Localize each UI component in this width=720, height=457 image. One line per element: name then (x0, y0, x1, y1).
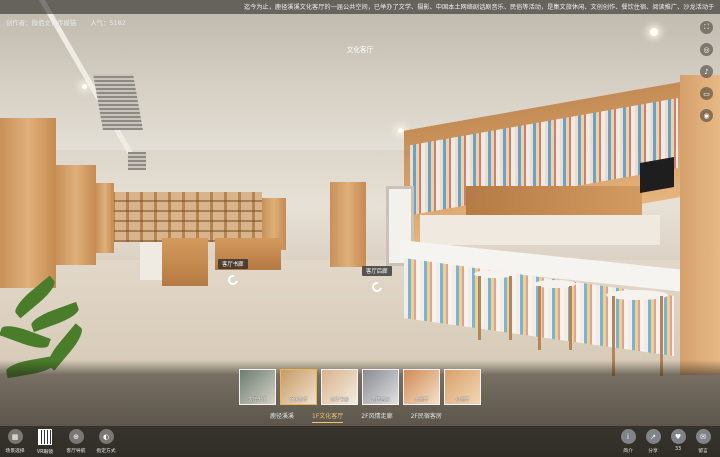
bar-stool (474, 270, 516, 340)
scene-title: 文化客厅 (346, 46, 374, 54)
ceiling-light (650, 28, 658, 36)
scene-thumbnail[interactable]: 客厅书廊 (321, 369, 358, 405)
hotspot-label[interactable]: 客厅后廊 (362, 266, 392, 276)
vr-glasses-button[interactable]: VR眼镜 (30, 429, 60, 455)
view-mode-button[interactable]: ◐ 指定方式 (91, 429, 121, 454)
button-label: 指定方式 (96, 449, 116, 454)
navigation-icon: ⊕ (68, 429, 84, 444)
floor-tab[interactable]: 2F民宿客房 (411, 411, 442, 423)
back-wall (420, 215, 660, 245)
cabinet (466, 186, 642, 218)
author-info: 创作者：微佰文化传媒猫 人气：5182 (6, 18, 126, 27)
comment-button[interactable]: ✉ 留言 (688, 429, 718, 454)
microphone-icon[interactable]: ♪ (700, 65, 713, 78)
floor-tab[interactable]: 鹿径溪溪 (270, 411, 294, 423)
hotspot-label[interactable]: 客厅书廊 (218, 259, 248, 269)
scene-thumbnail[interactable]: 大厨厅 (403, 369, 440, 405)
top-bar: 迄今为止，鹿径溪溪文化客厅的一届公共空间，已举办了文学、摄影、中国本土网络剧话剧… (0, 0, 720, 14)
views-label: 人气： (90, 19, 110, 27)
side-toolbar: ⛶ ◎ ♪ ▭ ◉ (700, 21, 714, 131)
camera-icon[interactable]: ◉ (700, 109, 713, 122)
scene-thumbnail[interactable]: 客厅大门 (239, 369, 276, 405)
scene-thumbnail[interactable]: 客厅后廊 (362, 369, 399, 405)
wood-pillar (0, 118, 56, 288)
button-label: 分享 (648, 449, 658, 454)
thumbnail-label: 客厅后廊 (371, 398, 390, 403)
thumbnail-label: 客厅大门 (248, 398, 267, 403)
air-vent (128, 152, 146, 170)
wood-pillar (330, 182, 366, 267)
scene-select-icon: ▦ (7, 429, 23, 444)
scene-thumbnail-list: 客厅大门 文化客厅 客厅书廊 客厅后廊 大厨厅 小厨厅 (239, 369, 485, 405)
like-icon: ♥ (670, 429, 686, 444)
ceiling-light (398, 128, 403, 133)
button-label: VR眼镜 (36, 450, 54, 455)
navigation-button[interactable]: ⊕ 客厅导航 (61, 429, 91, 454)
author-label: 创作者： (6, 19, 32, 27)
thumbnail-label: 文化客厅 (289, 398, 308, 403)
wood-pillar (56, 165, 96, 265)
author-name[interactable]: 微佰文化传媒猫 (32, 19, 77, 27)
view-mode-icon: ◐ (98, 429, 114, 444)
hotspot-back-corridor[interactable]: 客厅后廊 (362, 266, 392, 294)
button-label: 留言 (698, 449, 708, 454)
scene-thumbnail-active[interactable]: 文化客厅 (280, 369, 317, 405)
button-label: 场景选择 (5, 449, 25, 454)
scrolling-intro-text: 迄今为止，鹿径溪溪文化客厅的一届公共空间，已举办了文学、摄影、中国本土网络剧话剧… (244, 4, 714, 11)
comment-icon: ✉ (695, 429, 711, 444)
television (640, 157, 674, 193)
floor-tab-active[interactable]: 1F文化客厅 (312, 411, 344, 423)
bookshelf (112, 192, 262, 242)
scene-thumbnail[interactable]: 小厨厅 (444, 369, 481, 405)
like-count: 33 (674, 447, 682, 452)
thumbnail-label: 客厅书廊 (330, 398, 349, 403)
bar-stool (534, 280, 576, 350)
qr-code-icon (38, 429, 52, 445)
table (162, 238, 208, 286)
walk-arrow-icon[interactable] (225, 273, 240, 287)
button-label: 客厅导航 (66, 449, 86, 454)
floor-tab-bar: 鹿径溪溪 1F文化客厅 2F风情走廊 2F民宿客房 (270, 411, 460, 423)
gyroscope-icon[interactable]: ◎ (700, 43, 713, 56)
wood-pillar (96, 183, 114, 253)
fullscreen-icon[interactable]: ⛶ (700, 21, 713, 34)
bottom-toolbar: ▦ 场景选择 VR眼镜 ⊕ 客厅导航 ◐ 指定方式 i 简介 ↗ 分享 ♥ 33… (0, 426, 720, 457)
walk-arrow-icon[interactable] (369, 280, 384, 294)
scene-select-button[interactable]: ▦ 场景选择 (0, 429, 30, 454)
hotspot-bookshelf[interactable]: 客厅书廊 (218, 259, 248, 287)
thumbnail-label: 小厨厅 (455, 398, 470, 403)
info-icon: i (620, 429, 636, 444)
share-icon: ↗ (645, 429, 661, 444)
vr-glasses-icon[interactable]: ▭ (700, 87, 713, 100)
thumbnail-label: 大厨厅 (414, 398, 429, 403)
button-label: 简介 (623, 449, 633, 454)
floor-tab[interactable]: 2F风情走廊 (361, 411, 392, 423)
views-count: 5182 (109, 19, 126, 27)
ceiling-light (82, 84, 87, 89)
